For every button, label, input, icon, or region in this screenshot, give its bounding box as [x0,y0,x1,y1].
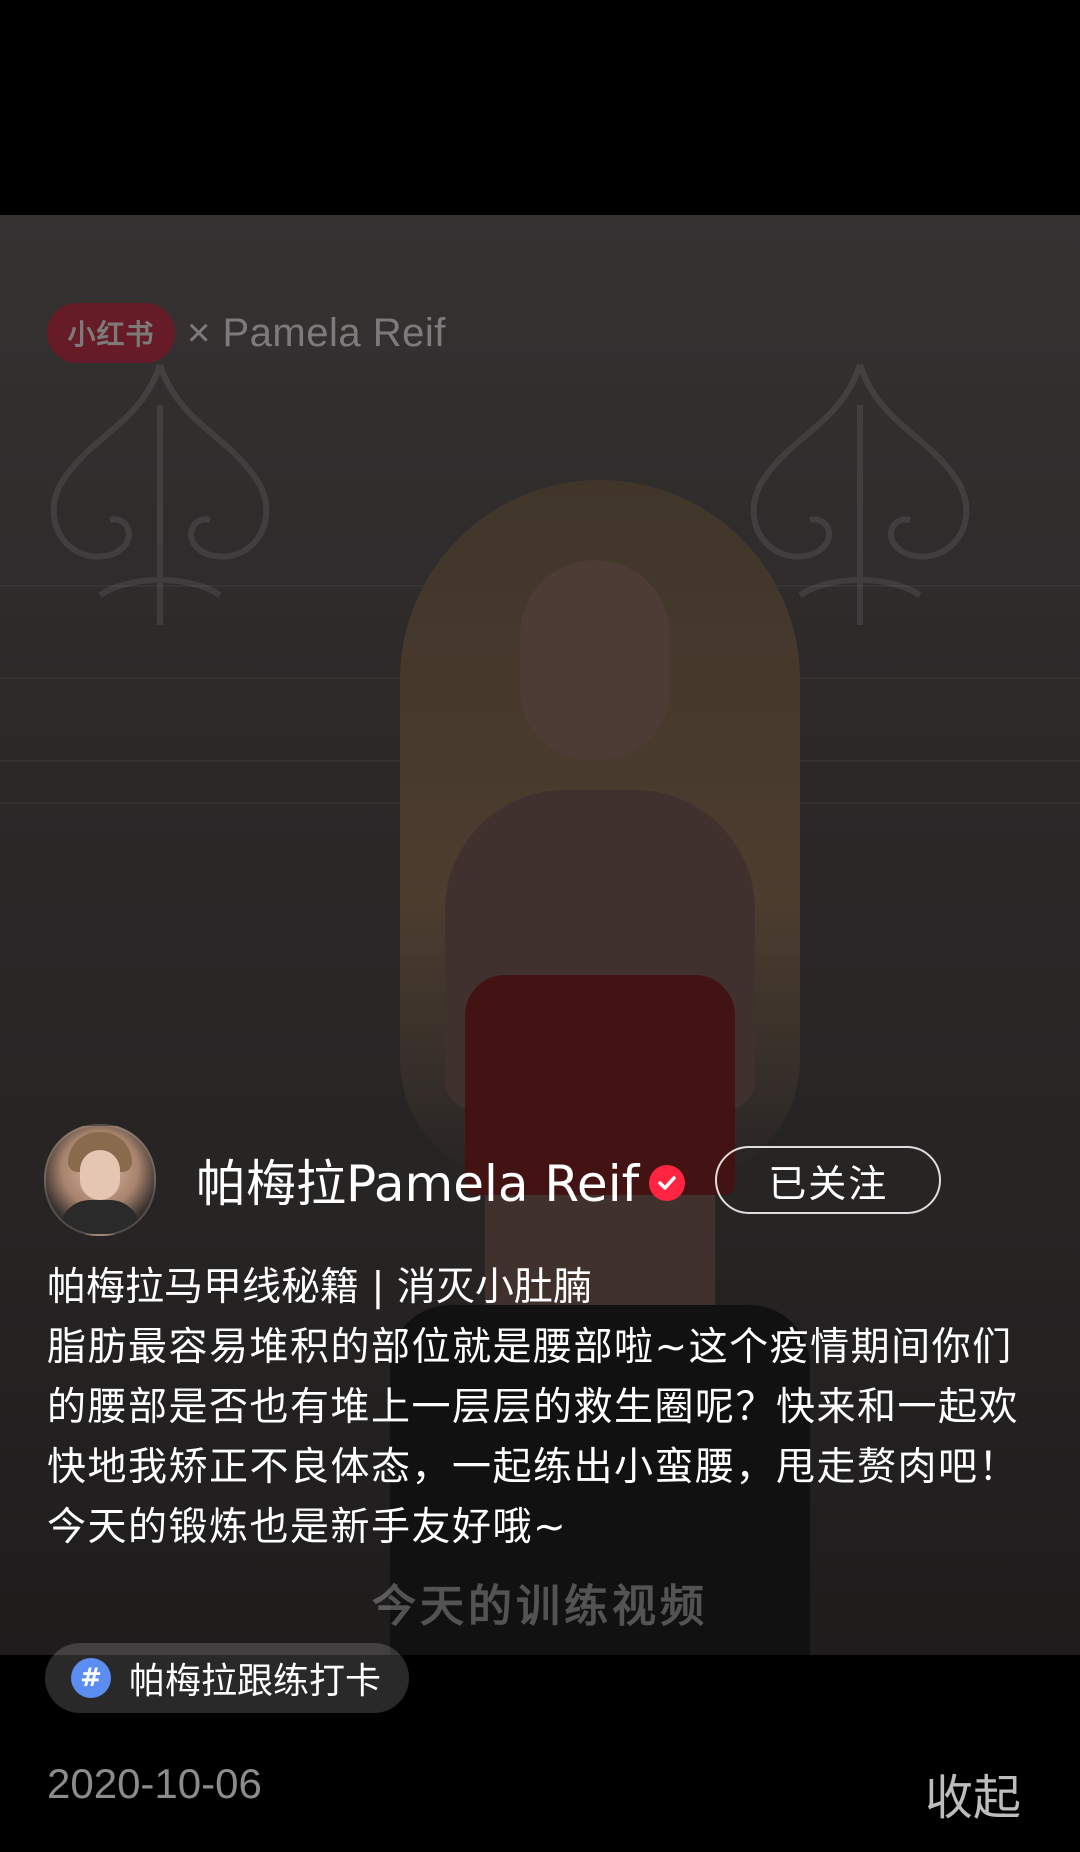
post-title: 帕梅拉马甲线秘籍 | 消灭小肚腩 [47,1265,592,1310]
hashtag-label: 帕梅拉跟练打卡 [129,1661,382,1702]
post-date: 2020-10-06 [47,1760,262,1807]
post-body: 帕梅拉马甲线秘籍 | 消灭小肚腩 脂肪最容易堆积的部位就是腰部啦~这个疫情期间你… [47,1258,1047,1558]
author-name[interactable]: 帕梅拉Pamela Reif [196,1144,639,1216]
follow-button[interactable]: 已关注 [715,1146,942,1214]
top-black-bar [0,0,1080,215]
verified-check-icon [649,1165,686,1201]
hashtag-chip[interactable]: # 帕梅拉跟练打卡 [45,1643,410,1713]
collapse-button[interactable]: 收起 [925,1758,1021,1828]
video-subtitle: 今天的训练视频 [372,1581,708,1632]
post-description: 脂肪最容易堆积的部位就是腰部啦~这个疫情期间你们的腰部是否也有堆上一层层的救生圈… [47,1325,1020,1550]
hashtag-icon: # [71,1658,111,1698]
author-row: 帕梅拉Pamela Reif 已关注 [44,1124,1044,1236]
avatar[interactable] [44,1124,156,1236]
